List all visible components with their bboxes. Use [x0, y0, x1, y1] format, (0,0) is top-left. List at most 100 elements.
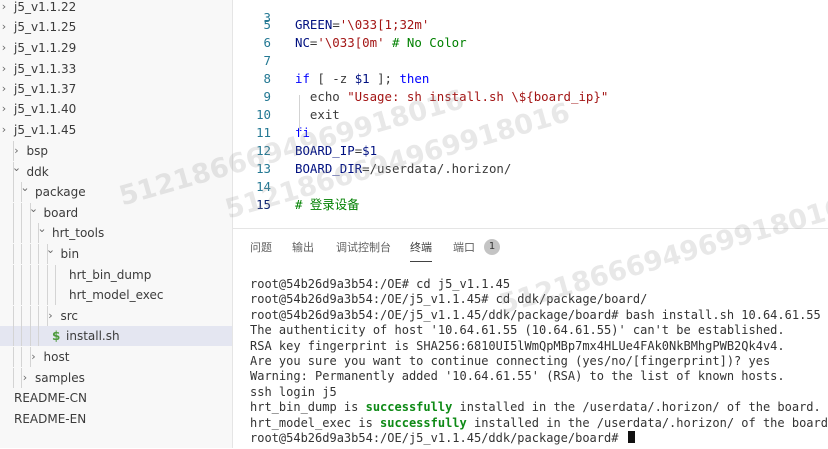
tree-item-hrt-tools[interactable]: ⌄ hrt_tools [0, 222, 232, 243]
code-token: $1 [362, 143, 378, 158]
tree-item-j5-v1-1-22[interactable]: › j5_v1.1.22 [0, 0, 232, 17]
chevron-right-icon[interactable]: › [0, 0, 10, 17]
terminal-output[interactable]: root@54b26d9a3b54:/OE# cd j5_v1.1.45 root… [250, 277, 828, 446]
code-line: 7 [233, 52, 828, 70]
tree-item-j5-v1-1-33[interactable]: › j5_v1.1.33 [0, 59, 232, 79]
code-token: = [332, 17, 340, 32]
success-text: successfully [380, 415, 467, 430]
line-number: 13 [256, 161, 271, 176]
tree-item-label: j5_v1.1.25 [14, 20, 77, 34]
tree-item-hrt-model-exec[interactable]: hrt_model_exec [0, 285, 232, 305]
tree-item-j5-v1-1-45[interactable]: › j5_v1.1.45 [0, 120, 232, 140]
code-line: 6 NC='\033[0m' # No Color [233, 34, 828, 52]
chevron-down-icon[interactable]: ⌄ [19, 178, 31, 198]
tree-item-src[interactable]: › src [0, 306, 232, 326]
chevron-down-icon[interactable]: ⌄ [11, 158, 23, 178]
chevron-right-icon[interactable]: › [0, 99, 10, 119]
shell-file-icon: $ [52, 329, 61, 343]
tree-item-board[interactable]: ⌄ board [0, 202, 232, 223]
tab-output[interactable]: 输出 [292, 239, 314, 257]
line-number: 6 [263, 35, 271, 50]
code-token: "Usage: sh install.sh \${board_ip}" [347, 89, 609, 104]
code-text: if [ -z $1 ]; then [295, 70, 429, 88]
line-number: 8 [263, 71, 271, 86]
tree-item-bsp[interactable]: › bsp [0, 141, 232, 161]
chevron-right-icon[interactable]: › [28, 347, 40, 367]
code-editor[interactable]: 3 5 GREEN='\033[1;32m' 6 NC='\033[0m' # No … [233, 0, 828, 228]
code-text: fi [295, 124, 310, 142]
indent-guide [46, 285, 48, 305]
indent-guide [12, 368, 14, 388]
tree-item-readme-en[interactable]: README-EN [0, 409, 232, 429]
success-text: successfully [365, 400, 453, 415]
terminal-line: root@54b26d9a3b54:/OE/j5_v1.1.45/ddk/pac… [250, 430, 828, 446]
chevron-down-icon[interactable]: ⌄ [28, 199, 40, 219]
code-text: GREEN='\033[1;32m' [295, 16, 429, 34]
indent-guide [12, 223, 14, 243]
tree-item-bin[interactable]: ⌄ bin [0, 243, 232, 264]
tab-terminal[interactable]: 终端 [410, 239, 432, 262]
terminal-text: Are you sure you want to continue connec… [250, 353, 771, 368]
tree-item-j5-v1-1-29[interactable]: › j5_v1.1.29 [0, 38, 232, 58]
chevron-right-icon[interactable]: › [0, 120, 10, 140]
chevron-down-icon[interactable]: ⌄ [36, 219, 48, 239]
code-line: 11 fi [233, 124, 828, 142]
tab-problems[interactable]: 问题 [250, 239, 272, 257]
code-token: '\033[0m' [317, 35, 385, 50]
tree-item-label: j5_v1.1.37 [14, 82, 77, 96]
tab-debug-console[interactable]: 调试控制台 [336, 239, 391, 257]
terminal-text: root@54b26d9a3b54:/OE/j5_v1.1.45/ddk/pac… [250, 307, 821, 322]
chevron-right-icon[interactable]: › [0, 59, 10, 79]
code-line: 15 # 登录设备 [233, 196, 828, 214]
indent-guide [21, 265, 22, 285]
tree-item-readme-cn[interactable]: README-CN [0, 388, 232, 408]
tree-item-j5-v1-1-40[interactable]: › j5_v1.1.40 [0, 99, 232, 119]
line-number: 5 [263, 17, 271, 32]
code-token: ]; [369, 71, 400, 86]
code-token: NC [295, 35, 310, 50]
indent-guide [21, 223, 22, 243]
indent-guide [38, 326, 39, 346]
tree-item-label: host [43, 350, 70, 364]
bottom-panel: 问题 输出 调试控制台 终端 端口 1 root@54b26d9a3b54:/OE# cd… [233, 228, 828, 449]
indent-guide [12, 182, 14, 202]
indent-guide [38, 306, 39, 326]
indent-guide [55, 285, 56, 305]
line-number: 14 [256, 179, 271, 194]
tree-item-j5-v1-1-37[interactable]: › j5_v1.1.37 [0, 79, 232, 99]
tree-item-hrt-bin-dump[interactable]: hrt_bin_dump [0, 265, 232, 285]
code-token: if [295, 71, 310, 86]
tree-item-j5-v1-1-25[interactable]: › j5_v1.1.25 [0, 17, 232, 37]
code-token: '\033[1;32m' [339, 17, 430, 32]
indent-guide [21, 347, 22, 367]
indent-guide [29, 244, 31, 264]
chevron-right-icon[interactable]: › [45, 306, 57, 326]
tree-item-ddk[interactable]: ⌄ ddk [0, 161, 232, 182]
chevron-right-icon[interactable]: › [0, 79, 10, 99]
line-number: 15 [256, 197, 271, 212]
tree-item-label: hrt_bin_dump [69, 268, 152, 282]
indent-guide [38, 265, 39, 285]
tab-ports[interactable]: 端口 [453, 239, 475, 257]
indent-guide [38, 285, 39, 305]
code-line: 5 GREEN='\033[1;32m' [233, 16, 828, 34]
chevron-down-icon[interactable]: ⌄ [45, 240, 57, 260]
indent-guide [46, 265, 48, 285]
tree-item-label: bin [60, 247, 80, 261]
tree-item-install-sh[interactable]: $ install.sh [0, 326, 232, 346]
terminal-line: root@54b26d9a3b54:/OE/j5_v1.1.45# cd ddk… [250, 292, 828, 307]
tree-item-label: install.sh [66, 329, 120, 343]
code-token: # No Color [392, 35, 467, 50]
ports-count-badge: 1 [484, 239, 500, 255]
code-token: [ -z [309, 71, 355, 86]
code-token: then [399, 71, 430, 86]
chevron-right-icon[interactable]: › [0, 38, 10, 58]
chevron-right-icon[interactable]: › [0, 17, 10, 37]
indent-guide [38, 244, 39, 264]
tree-item-host[interactable]: › host [0, 347, 232, 367]
code-line: 8 if [ -z $1 ]; then [233, 70, 828, 88]
tree-item-samples[interactable]: › samples [0, 368, 232, 388]
chevron-right-icon[interactable]: › [19, 368, 31, 388]
tree-item-label: README-CN [14, 391, 87, 405]
